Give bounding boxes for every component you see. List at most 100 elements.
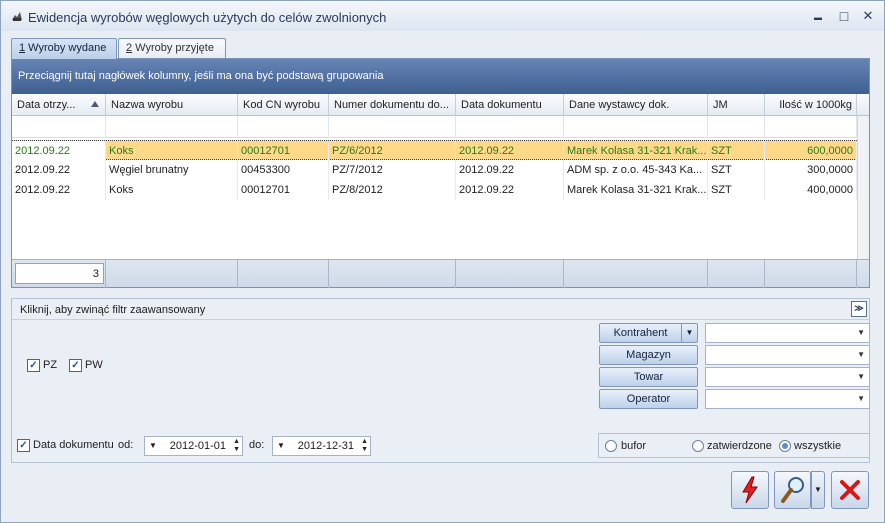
filter-cell[interactable]: [238, 116, 329, 138]
table-cell: 300,0000: [765, 160, 857, 180]
vertical-scrollbar[interactable]: [857, 116, 869, 259]
search-button[interactable]: ▼: [774, 471, 825, 509]
chevron-down-icon: ▼: [857, 394, 865, 403]
filter-cell[interactable]: [765, 116, 857, 138]
summary-cell: [708, 260, 765, 288]
grid-filter-row[interactable]: [12, 116, 857, 138]
table-cell: Marek Kolasa 31-321 Krak...: [564, 180, 708, 200]
magazyn-button[interactable]: Magazyn: [599, 345, 698, 365]
table-cell: Koks: [106, 180, 238, 200]
group-by-panel[interactable]: Przeciągnij tutaj nagłówek kolumny, jeśl…: [12, 59, 869, 94]
table-cell: Koks: [106, 141, 238, 161]
chevron-down-icon: ▼: [857, 350, 865, 359]
table-row[interactable]: 2012.09.22 Koks 00012701 PZ/6/2012 2012.…: [12, 140, 857, 161]
filter-cell[interactable]: [456, 116, 564, 138]
chevron-down-icon[interactable]: ▼: [149, 441, 157, 450]
kontrahent-label: Kontrahent: [613, 327, 668, 339]
chevron-down-icon[interactable]: ▼: [811, 471, 825, 509]
column-header-label: Data otrzy...: [17, 99, 76, 111]
summary-cell: [238, 260, 329, 288]
filter-toggle-bar[interactable]: Kliknij, aby zwinąć filtr zaawansowany ≫: [12, 299, 869, 320]
spinner-icon[interactable]: ▲ ▼: [361, 438, 368, 454]
table-row[interactable]: 2012.09.22 Koks 00012701 PZ/8/2012 2012.…: [12, 180, 857, 200]
table-cell: Marek Kolasa 31-321 Krak...: [564, 141, 708, 161]
towar-combo[interactable]: ▼: [705, 367, 870, 387]
table-cell: 600,0000: [765, 141, 857, 161]
radio-wszystkie[interactable]: [779, 440, 791, 452]
filter-cell[interactable]: [12, 116, 106, 138]
table-cell: 2012.09.22: [456, 141, 564, 161]
summary-cell: [765, 260, 857, 288]
pz-checkbox[interactable]: ✓: [27, 359, 40, 372]
radio-bufor[interactable]: [605, 440, 617, 452]
data-dokumentu-checkbox[interactable]: ✓: [17, 439, 30, 452]
date-from-label: od:: [118, 439, 134, 451]
table-cell: Węgiel brunatny: [106, 160, 238, 180]
filter-cell[interactable]: [329, 116, 456, 138]
radio-wszystkie-label: wszystkie: [794, 440, 842, 452]
column-header-numer-dokumentu[interactable]: Numer dokumentu do...: [329, 94, 456, 116]
summary-cell: 3: [12, 260, 106, 288]
tab-wyroby-przyjete[interactable]: 2 Wyroby przyjęte: [118, 38, 226, 59]
table-cell: ADM sp. z o.o. 45-343 Ka...: [564, 160, 708, 180]
spinner-icon[interactable]: ▲ ▼: [233, 438, 240, 454]
chevron-down-icon[interactable]: ▼: [681, 324, 697, 342]
table-row[interactable]: 2012.09.22 Węgiel brunatny 00453300 PZ/7…: [12, 160, 857, 180]
column-header-dane-wystawcy[interactable]: Dane wystawcy dok.: [564, 94, 708, 116]
close-button[interactable]: ✕: [858, 7, 878, 25]
close-icon: ✕: [862, 8, 874, 23]
cancel-button[interactable]: [831, 471, 869, 509]
filter-toggle-label: Kliknij, aby zwinąć filtr zaawansowany: [20, 304, 206, 316]
column-header-ilosc[interactable]: Ilość w 1000kg: [765, 94, 857, 116]
magazyn-combo[interactable]: ▼: [705, 345, 870, 365]
operator-button[interactable]: Operator: [599, 389, 698, 409]
window-title: Ewidencja wyrobów węglowych użytych do c…: [28, 10, 387, 25]
table-cell: SZT: [708, 141, 765, 161]
towar-button[interactable]: Towar: [599, 367, 698, 387]
filter-cell[interactable]: [564, 116, 708, 138]
tab-wyroby-wydane[interactable]: 1 Wyroby wydane: [11, 38, 117, 59]
column-header-kod-cn[interactable]: Kod CN wyrobu: [238, 94, 329, 116]
title-bar[interactable]: Ewidencja wyrobów węglowych użytych do c…: [1, 1, 884, 31]
column-header-jm[interactable]: JM: [708, 94, 765, 116]
checkmark-icon: ✓: [71, 360, 80, 371]
date-to-input[interactable]: ▼ 2012-12-31 ▲ ▼: [272, 436, 371, 456]
chevron-down-icon[interactable]: ▼: [277, 441, 285, 450]
double-chevron-icon: ≫: [854, 303, 864, 313]
grid-summary-row: 3: [12, 259, 869, 288]
magnifier-icon: [781, 477, 804, 503]
date-to-value: 2012-12-31: [297, 440, 354, 452]
column-header-data-dokumentu[interactable]: Data dokumentu: [456, 94, 564, 116]
lightning-icon: [742, 476, 758, 504]
close-icon: [840, 480, 860, 500]
row-count: 3: [15, 263, 104, 284]
sort-ascending-icon: [91, 101, 99, 107]
pz-label: PZ: [43, 359, 58, 371]
table-cell: 2012.09.22: [456, 160, 564, 180]
maximize-button[interactable]: □: [834, 7, 854, 25]
minimize-button[interactable]: ▬: [808, 7, 828, 25]
table-cell: PZ/7/2012: [329, 160, 456, 180]
radio-zatwierdzone[interactable]: [692, 440, 704, 452]
operator-combo[interactable]: ▼: [705, 389, 870, 409]
column-header-data-otrzymania[interactable]: Data otrzy...: [12, 94, 106, 116]
maximize-icon: □: [839, 8, 849, 24]
summary-cell: [564, 260, 708, 288]
pw-checkbox[interactable]: ✓: [69, 359, 82, 372]
collapse-button[interactable]: ≫: [851, 301, 867, 317]
filter-cell[interactable]: [106, 116, 238, 138]
checkmark-icon: ✓: [29, 360, 38, 371]
summary-cell: [329, 260, 456, 288]
kontrahent-combo[interactable]: ▼: [705, 323, 870, 343]
chevron-down-icon: ▼: [857, 328, 865, 337]
app-icon: [12, 12, 22, 21]
column-header-nazwa-wyrobu[interactable]: Nazwa wyrobu: [106, 94, 238, 116]
refresh-button[interactable]: [731, 471, 769, 509]
table-cell: PZ/8/2012: [329, 180, 456, 200]
date-from-input[interactable]: ▼ 2012-01-01 ▲ ▼: [144, 436, 243, 456]
main-window: Ewidencja wyrobów węglowych użytych do c…: [0, 0, 885, 523]
kontrahent-button[interactable]: Kontrahent ▼: [599, 323, 698, 343]
filter-cell[interactable]: [708, 116, 765, 138]
checkmark-icon: ✓: [19, 440, 28, 451]
table-cell: 00453300: [238, 160, 329, 180]
